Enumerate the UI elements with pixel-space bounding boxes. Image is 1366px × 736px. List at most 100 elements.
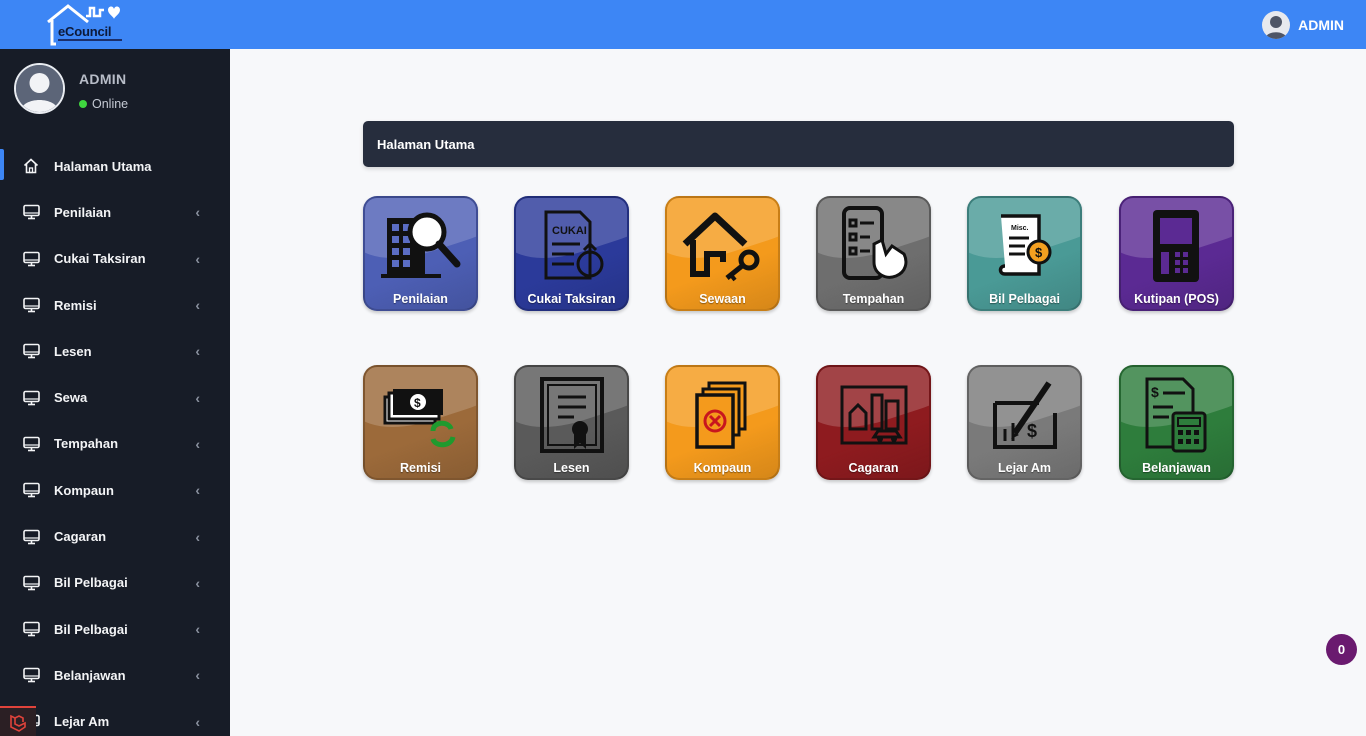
tile-label: Cukai Taksiran [527,292,616,306]
chevron-left-icon: ‹ [195,574,200,591]
tile-belanjawan[interactable]: $ Belanjawan [1119,365,1234,480]
user-avatar-icon [1262,11,1291,39]
svg-text:$: $ [1035,245,1043,260]
building-search-icon [381,212,461,278]
monitor-icon [22,666,40,684]
top-navbar: eCouncil ADMIN [0,0,1366,49]
chevron-left-icon: ‹ [195,343,200,360]
sidebar-item-label: Kompaun [54,482,114,498]
chevron-left-icon: ‹ [195,713,200,730]
chevron-left-icon: ‹ [195,435,200,452]
chevron-left-icon: ‹ [195,389,200,406]
home-icon [22,157,40,175]
monitor-icon [22,620,40,638]
collateral-city-icon [840,385,908,445]
sidebar-user-name: ADMIN [79,71,127,87]
ecouncil-logo[interactable]: eCouncil [46,2,130,46]
phone-booking-icon [842,206,908,280]
chevron-left-icon: ‹ [195,621,200,638]
tile-bil-pelbagai[interactable]: Misc. $ Bil Pelbagai [967,196,1082,311]
user-status: Online [79,97,128,111]
sidebar-item-label: Penilaian [54,204,112,220]
sidebar-item-tempahan[interactable]: Tempahan ‹ [0,421,230,467]
budget-calculator-icon: $ [1145,377,1207,453]
sidebar-item-bil-pelbagai[interactable]: Bil Pelbagai ‹ [0,560,230,606]
top-user-name: ADMIN [1298,17,1344,33]
monitor-icon [22,203,40,221]
monitor-icon [22,389,40,407]
monitor-icon [22,296,40,314]
notification-badge[interactable]: 0 [1326,634,1357,665]
tile-label: Lejar Am [997,461,1052,475]
tile-label: Cagaran [848,461,899,475]
sidebar-item-belanjawan[interactable]: Belanjawan ‹ [0,652,230,698]
tile-penilaian[interactable]: Penilaian [363,196,478,311]
misc-bill-icon: Misc. $ [998,214,1052,276]
license-certificate-icon [540,377,604,453]
tile-kutipan-pos[interactable]: Kutipan (POS) [1119,196,1234,311]
sidebar-item-label: Belanjawan [54,667,126,683]
main-content: Halaman Utama Penilaian CUKAI Cukai Taksir… [230,49,1366,736]
compound-notice-icon [695,381,747,449]
svg-text:$: $ [1151,384,1159,400]
laravel-icon[interactable] [0,706,36,736]
chevron-left-icon: ‹ [195,250,200,267]
top-user-menu[interactable]: ADMIN [1262,10,1344,40]
avatar [14,63,65,114]
tile-label: Lesen [553,461,590,475]
sidebar-item-kompaun[interactable]: Kompaun ‹ [0,467,230,513]
tile-lesen[interactable]: Lesen [514,365,629,480]
sidebar-menu: Halaman Utama Penilaian ‹ Cukai Taksiran ‹ Re… [0,143,230,736]
tile-sewaan[interactable]: Sewaan [665,196,780,311]
tile-tempahan[interactable]: Tempahan [816,196,931,311]
svg-text:CUKAI: CUKAI [552,225,587,237]
sidebar: ADMIN Online Halaman Utama Penilaian ‹ Cuka… [0,49,230,736]
sidebar-item-sewa[interactable]: Sewa ‹ [0,374,230,420]
chevron-left-icon: ‹ [195,528,200,545]
sidebar-item-label: Remisi [54,297,97,313]
sidebar-item-remisi[interactable]: Remisi ‹ [0,282,230,328]
sidebar-item-penilaian[interactable]: Penilaian ‹ [0,189,230,235]
tile-cagaran[interactable]: Cagaran [816,365,931,480]
sidebar-item-label: Sewa [54,390,88,406]
sidebar-item-label: Lejar Am [54,714,110,730]
monitor-icon [22,435,40,453]
sidebar-item-cagaran[interactable]: Cagaran ‹ [0,513,230,559]
tile-label: Tempahan [842,292,905,306]
sidebar-user-panel: ADMIN Online [14,63,224,115]
monitor-icon [22,574,40,592]
svg-text:Misc.: Misc. [1011,225,1029,232]
sidebar-item-label: Lesen [54,343,92,359]
monitor-icon [22,528,40,546]
online-dot-icon [79,100,87,108]
sidebar-item-label: Cukai Taksiran [54,251,146,267]
svg-text:$: $ [414,396,421,410]
chevron-left-icon: ‹ [195,297,200,314]
breadcrumb: Halaman Utama [363,121,1234,167]
monitor-icon [22,481,40,499]
pos-terminal-icon [1153,210,1199,282]
monitor-icon [22,342,40,360]
tile-cukai-taksiran[interactable]: CUKAI Cukai Taksiran [514,196,629,311]
tile-kompaun[interactable]: Kompaun [665,365,780,480]
sidebar-item-cukai-taksiran[interactable]: Cukai Taksiran ‹ [0,236,230,282]
tile-remisi[interactable]: $ Remisi [363,365,478,480]
house-key-icon [682,212,760,282]
sidebar-item-lesen[interactable]: Lesen ‹ [0,328,230,374]
tile-label: Bil Pelbagai [989,292,1060,306]
sidebar-item-label: Cagaran [54,529,107,545]
money-refund-icon: $ [383,389,456,448]
logo-underline [58,39,122,41]
user-status-text: Online [92,97,129,111]
sidebar-item-label: Halaman Utama [54,158,152,174]
tile-lejar-am[interactable]: $ Lejar Am [967,365,1082,480]
sidebar-item-halaman-utama[interactable]: Halaman Utama [0,143,230,189]
sidebar-item-label: Bil Pelbagai [54,575,128,591]
tile-label: Remisi [400,461,441,475]
tax-document-icon: CUKAI [544,210,604,280]
sidebar-item-bil-pelbagai[interactable]: Bil Pelbagai ‹ [0,606,230,652]
tile-label: Penilaian [393,292,448,306]
svg-text:$: $ [1027,421,1037,441]
tile-label: Kompaun [693,461,752,475]
logo-text: eCouncil [58,24,112,39]
